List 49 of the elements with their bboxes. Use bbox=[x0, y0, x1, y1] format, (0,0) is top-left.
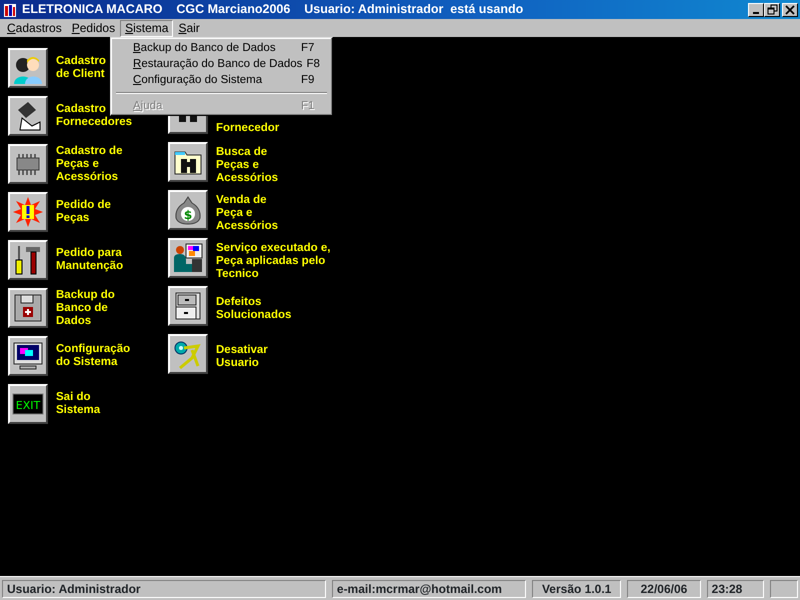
menu-item[interactable]: Cadastros bbox=[2, 20, 67, 36]
menu-option[interactable]: Restauração do Banco de Dados F8 bbox=[114, 56, 329, 72]
menu-item[interactable]: Sistema bbox=[120, 20, 174, 36]
menu-option[interactable]: Backup do Banco de Dados F7 bbox=[114, 40, 329, 56]
floppy-icon bbox=[12, 292, 44, 324]
launcher-button[interactable] bbox=[8, 240, 48, 280]
menu-option[interactable]: Configuração do Sistema F9 bbox=[114, 72, 329, 88]
launcher-label[interactable]: Fornecedor bbox=[216, 122, 280, 135]
close-button[interactable] bbox=[782, 2, 798, 16]
restore-icon bbox=[766, 4, 778, 15]
launcher-label[interactable]: Pedido para Manutenção bbox=[56, 247, 124, 273]
launcher-button[interactable] bbox=[8, 48, 48, 88]
close-icon bbox=[784, 4, 796, 15]
launcher-label[interactable]: Serviço executado e, Peça aplicadas pelo Tecnico bbox=[216, 236, 330, 280]
window-title: ELETRONICA MACARO CGC Marciano2006 Usuario: Administrador está usando bbox=[22, 1, 524, 18]
launcher-button[interactable] bbox=[8, 288, 48, 328]
status-panel: 23:28 bbox=[706, 580, 764, 598]
launcher-label[interactable]: Venda de Peça e Acessórios bbox=[216, 188, 278, 232]
launcher-button[interactable] bbox=[8, 336, 48, 376]
menu-item[interactable]: Sair bbox=[173, 20, 205, 36]
restore-button[interactable] bbox=[764, 2, 780, 16]
status-panel: e-mail:mcrmar@hotmail.com bbox=[332, 580, 526, 598]
launcher-button[interactable] bbox=[8, 144, 48, 184]
launcher-button[interactable] bbox=[168, 286, 208, 326]
launcher-label[interactable]: Cadastro de Peças e Acessórios bbox=[56, 144, 122, 184]
launcher-label[interactable]: Desativar Usuario bbox=[216, 338, 268, 370]
menu-item[interactable]: Pedidos bbox=[66, 20, 120, 36]
launcher-label[interactable]: Backup do Banco de Dados bbox=[56, 288, 115, 328]
status-panel: Versão 1.0.1 bbox=[532, 580, 622, 598]
technician-icon bbox=[172, 242, 204, 274]
minimize-icon bbox=[753, 12, 759, 14]
app-icon bbox=[2, 2, 18, 18]
status-panel: 22/06/06 bbox=[627, 580, 701, 598]
launcher-label[interactable]: Defeitos Solucionados bbox=[216, 290, 292, 322]
status-panel bbox=[770, 580, 798, 598]
launcher-label[interactable]: Pedido de Peças bbox=[56, 199, 111, 225]
launcher-label[interactable]: Configuração do Sistema bbox=[56, 343, 130, 369]
alert-icon bbox=[12, 196, 44, 228]
launcher-label[interactable]: Cadastro de Client bbox=[56, 55, 106, 81]
minimize-button[interactable] bbox=[748, 2, 764, 16]
launcher-button[interactable] bbox=[168, 142, 208, 182]
launcher-button[interactable] bbox=[168, 334, 208, 374]
launcher-label[interactable]: Sai do Sistema bbox=[56, 391, 100, 417]
launcher-button[interactable] bbox=[168, 238, 208, 278]
monitor-icon bbox=[12, 340, 44, 372]
launcher-button[interactable] bbox=[8, 96, 48, 136]
status-panel: Usuario: Administrador bbox=[2, 580, 326, 598]
launcher-button[interactable] bbox=[8, 192, 48, 232]
launcher-label[interactable]: Busca de Peças e Acessórios bbox=[216, 140, 278, 184]
